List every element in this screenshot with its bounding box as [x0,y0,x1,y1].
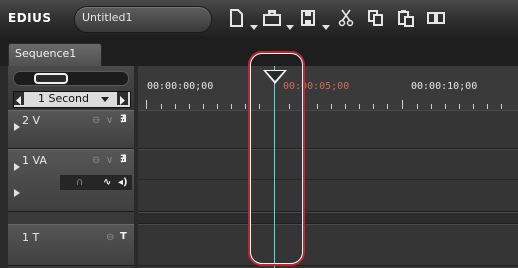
video-mute-icon[interactable]: ∨ [106,155,113,166]
waveform-icon[interactable]: ∿ [103,177,111,188]
chevron-down-icon[interactable] [101,97,109,102]
paste-icon[interactable] [396,8,416,28]
ruler-timecode-0: 00:00:00;00 [147,81,214,92]
timescale-decrease-button[interactable] [14,92,24,105]
timescale-value: 1 Second [38,92,89,105]
audio-lock-icon[interactable]: ∩ [76,177,83,188]
new-project-icon[interactable] [226,8,246,28]
lock-icon[interactable]: ⊖ [106,232,114,243]
highlight-callout-inner [250,53,303,264]
save-project-icon[interactable] [298,8,318,28]
track-lane-1t[interactable] [138,224,518,266]
track-label-2v: 2 V [22,114,41,127]
track-gap [138,212,518,224]
track-lane-2v[interactable] [138,110,518,149]
lock-icon[interactable]: ⊖ [92,115,100,126]
tab-sequence1-label: Sequence1 [15,47,77,60]
speaker-icon[interactable]: ◂) [118,177,128,188]
video-mute-icon[interactable]: ∨ [106,115,113,126]
lock-icon[interactable]: ⊖ [92,155,100,166]
timescale-increase-button[interactable] [117,92,128,105]
sync-lock-icon[interactable]: ∄ [120,154,127,165]
timeline-zoom-slider[interactable] [13,71,129,86]
track-label-1va: 1 VA [22,154,47,167]
sync-lock-icon[interactable]: ∄ [120,114,127,125]
cut-icon[interactable] [336,8,356,28]
open-project-icon[interactable] [262,8,282,28]
copy-icon[interactable] [366,8,386,28]
expand-triangle-icon[interactable] [14,116,20,131]
title-track-icon[interactable]: T [120,231,127,242]
project-name: Untitled1 [82,11,133,24]
clip-icon[interactable] [426,8,446,28]
save-project-dropdown-icon[interactable] [322,16,330,30]
open-project-dropdown-icon[interactable] [286,16,294,30]
timeline-zoom-thumb[interactable] [34,73,68,84]
expand-triangle-icon[interactable] [14,156,20,171]
ruler-timecode-10: 00:00:10;00 [411,81,478,92]
edius-logo: EDIUS [8,11,52,25]
expand-audio-triangle-icon[interactable] [14,182,20,197]
track-lane-1va-divider [138,179,518,180]
track-label-1t: 1 T [22,231,40,244]
track-lane-1va[interactable] [138,149,518,212]
new-project-dropdown-icon[interactable] [250,16,258,30]
